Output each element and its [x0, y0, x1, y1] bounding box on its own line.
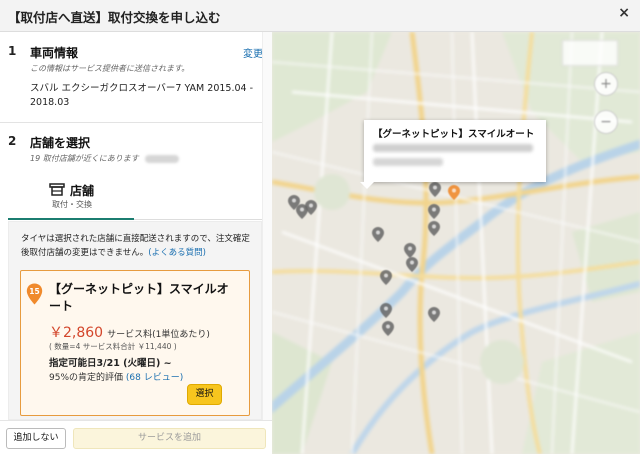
redacted-location — [144, 154, 179, 163]
store-pin[interactable] — [429, 182, 441, 197]
service-price: ￥2,860 — [49, 325, 104, 341]
skip-button[interactable]: 追加しない — [6, 428, 66, 449]
tab-store[interactable]: 店舗 取付・交換 — [8, 176, 134, 220]
map-view[interactable]: + − 【グーネットピット】スマイルオート — [272, 32, 640, 454]
select-button[interactable]: 選択 — [187, 384, 222, 405]
dialog-title: 【取付店へ直送】取付交換を申し込む — [8, 10, 221, 25]
quantity-total: ( 数量=4 サービス料合計 ￥11,440 ) — [49, 342, 177, 351]
store-list-panel: タイヤは選択された店舗に直接配送されますので、注文確定後取付店舗の変更はできませ… — [8, 221, 262, 420]
popup-address-redacted-2 — [373, 158, 443, 166]
faq-link[interactable]: (よくある質問) — [148, 248, 206, 258]
price-line: ￥2,860 サービス料(1単位あたり) — [49, 322, 210, 342]
left-panel: 1 車両情報 変更 この情報はサービス提供者に送信されます。 スバル エクシーガ… — [0, 32, 272, 420]
positive-rating: 95%の肯定的評価 — [49, 373, 124, 383]
nearby-stores-count: 19 取付店舗が近くにあります — [30, 154, 139, 163]
step-1-number: 1 — [8, 44, 17, 58]
popup-address-redacted — [373, 144, 533, 152]
available-date: 指定可能日3/21 (火曜日) ~ — [49, 358, 172, 369]
step-2-number: 2 — [8, 134, 17, 148]
shop-name: 【グーネットピット】スマイルオート — [49, 282, 229, 313]
store-pin[interactable] — [406, 257, 418, 272]
delivery-notice: タイヤは選択された店舗に直接配送されますので、注文確定後取付店舗の変更はできませ… — [21, 232, 255, 260]
map-store-popup[interactable]: 【グーネットピット】スマイルオート — [364, 120, 546, 182]
store-pin[interactable] — [380, 270, 392, 285]
store-pin[interactable] — [380, 303, 392, 318]
store-pin[interactable] — [428, 307, 440, 322]
pin-number: 15 — [29, 287, 39, 296]
price-unit: サービス料(1単位あたり) — [107, 330, 210, 340]
rating-line: 95%の肯定的評価 (68 レビュー) — [49, 370, 183, 383]
delivery-notice-text: タイヤは選択された店舗に直接配送されますので、注文確定後取付店舗の変更はできませ… — [21, 234, 250, 258]
store-card[interactable]: 15 【グーネットピット】スマイルオート ￥2,860 サービス料(1単位あたり)… — [20, 270, 250, 416]
vehicle-info-subtitle: この情報はサービス提供者に送信されます。 — [30, 64, 190, 73]
section-divider — [0, 122, 262, 123]
store-pin[interactable] — [428, 204, 440, 219]
car-model-text: スバル エクシーガクロスオーバー7 YAM 2015.04 - 2018.03 — [30, 83, 254, 108]
popup-pointer — [360, 182, 374, 189]
store-pin[interactable] — [372, 227, 384, 242]
selected-store-pin[interactable] — [448, 185, 460, 200]
store-icon — [49, 183, 65, 196]
vehicle-info-title: 車両情報 — [30, 46, 79, 60]
left-scrollbar[interactable] — [262, 32, 272, 420]
map-pins-layer — [288, 182, 460, 336]
change-vehicle-link[interactable]: 変更 — [243, 45, 263, 60]
tab-bar-line — [134, 219, 262, 220]
tab-store-sub: 取付・交換 — [52, 200, 92, 209]
popup-store-name: 【グーネットピット】スマイルオート — [373, 129, 535, 140]
nearby-stores-text: 19 取付店舗が近くにあります — [30, 153, 179, 164]
dialog-header: 【取付店へ直送】取付交換を申し込む × — [0, 0, 640, 32]
store-select-title: 店舗を選択 — [30, 136, 91, 150]
store-pin[interactable] — [382, 321, 394, 336]
store-pin[interactable] — [404, 243, 416, 258]
add-service-button[interactable]: サービスを追加 — [73, 428, 266, 449]
map-pin-icon: 15 — [26, 283, 43, 305]
dialog-footer: 追加しない サービスを追加 — [0, 420, 272, 454]
close-icon[interactable]: × — [618, 5, 630, 21]
store-pin[interactable] — [428, 221, 440, 236]
tab-store-label: 店舗 — [70, 184, 95, 198]
reviews-link[interactable]: (68 レビュー) — [126, 373, 183, 383]
